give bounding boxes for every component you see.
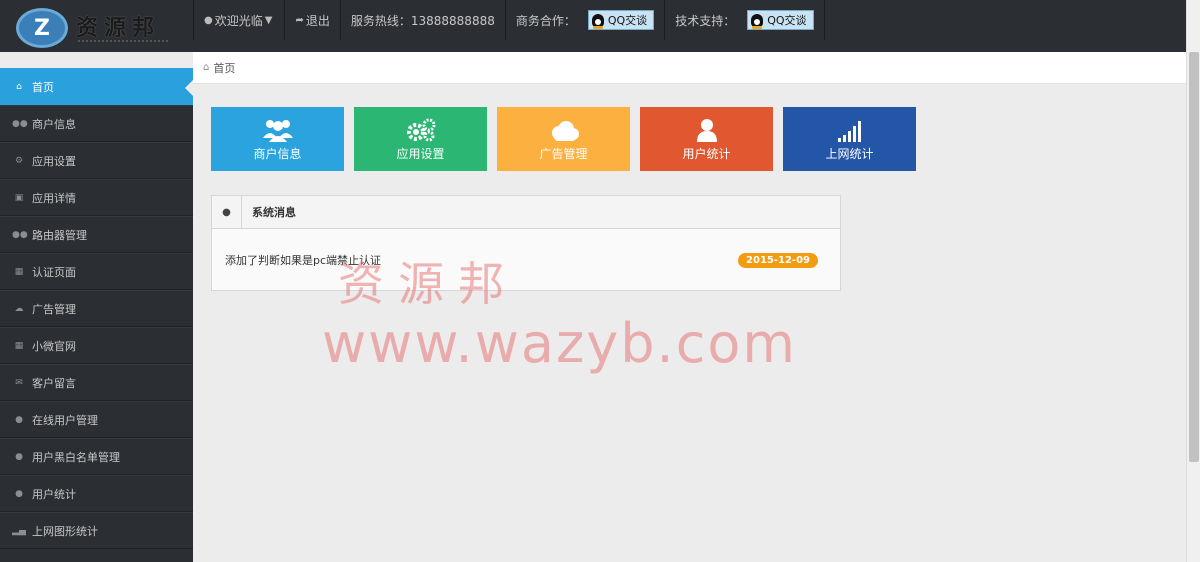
shortcut-tiles: 商户信息 应用设置 广告管理 用户统计 上网统计 (211, 107, 926, 171)
envelope-icon: ✉ (15, 377, 23, 388)
gears-icon: ⚙ (14, 155, 24, 166)
tile-label: 用户统计 (682, 147, 731, 161)
logout-link[interactable]: ➦ 退出 (284, 0, 339, 40)
sidebar-item-router-management[interactable]: ●● 路由器管理 (0, 216, 193, 253)
business-qq-button[interactable]: QQ交谈 (587, 10, 655, 30)
tech-qq-button[interactable]: QQ交谈 (747, 10, 814, 30)
tile-app-settings[interactable]: 应用设置 (354, 107, 487, 171)
sidebar-item-label: 应用详情 (32, 191, 76, 205)
sidebar-item-label: 广告管理 (32, 302, 76, 316)
sidebar-item-label: 商户信息 (32, 117, 76, 131)
tile-user-stats[interactable]: 用户统计 (640, 107, 773, 171)
sidebar: ⌂ 首页 ●● 商户信息 ⚙ 应用设置 ▣ 应用详情 ●● 路由器管理 ▦ 认证… (0, 68, 193, 562)
tile-label: 广告管理 (539, 147, 588, 161)
qq-label: QQ交谈 (767, 14, 807, 27)
date-badge: 2015-12-09 (738, 252, 818, 268)
panel-header: ● 系统消息 (212, 195, 840, 229)
sidebar-item-label: 客户留言 (32, 376, 76, 390)
grid-icon: ▦ (14, 340, 24, 351)
watermark-text: 资源邦 (338, 257, 518, 311)
sidebar-item-label: 用户黑白名单管理 (32, 450, 120, 464)
sidebar-item-micro-site[interactable]: ▦ 小微官网 (0, 327, 193, 364)
sidebar-item-label: 应用设置 (32, 154, 76, 168)
user-icon: ● (15, 488, 23, 499)
signal-icon: ▂▄ (12, 525, 26, 536)
logo-text: 资源邦 (76, 15, 161, 41)
sidebar-item-label: 在线用户管理 (32, 413, 98, 427)
sidebar-item-label: 用户统计 (32, 487, 76, 501)
panel-title: 系统消息 (252, 206, 296, 219)
logout-label: 退出 (305, 13, 330, 28)
tile-label: 应用设置 (396, 147, 445, 161)
share-icon: ➦ (295, 14, 304, 26)
sidebar-item-app-settings[interactable]: ⚙ 应用设置 (0, 142, 193, 179)
list-item[interactable]: 添加了判断如果是pc端禁止认证 2015-12-09 (212, 229, 840, 291)
user-icon (695, 116, 719, 142)
business-label: 商务合作： (515, 13, 576, 28)
welcome-dropdown[interactable]: ● 欢迎光临 ▼ (193, 0, 284, 40)
user-icon: ● (15, 414, 23, 425)
logo-tagline-decoration (78, 40, 168, 43)
caret-down-icon: ▼ (264, 14, 273, 26)
watermark-url: www.wazyb.com (322, 312, 798, 375)
qq-penguin-icon (591, 13, 604, 29)
cloud-icon: ☁ (14, 303, 24, 314)
sidebar-item-user-stats[interactable]: ● 用户统计 (0, 475, 193, 512)
vertical-scrollbar[interactable] (1186, 0, 1200, 562)
tile-traffic-stats[interactable]: 上网统计 (783, 107, 916, 171)
sidebar-item-label: 首页 (32, 80, 54, 94)
sidebar-item-label: 认证页面 (32, 265, 76, 279)
gears-icon (406, 116, 436, 142)
business-cooperation: 商务合作： QQ交谈 (504, 0, 664, 40)
signal-icon (837, 116, 863, 142)
tech-label: 技术支持： (675, 13, 736, 28)
cloud-icon (548, 116, 580, 142)
user-icon: ● (15, 451, 23, 462)
sidebar-item-home[interactable]: ⌂ 首页 (0, 68, 193, 105)
logo-badge: Z (16, 8, 68, 48)
breadcrumb-home-link[interactable]: 首页 (213, 60, 235, 76)
sidebar-item-label: 路由器管理 (32, 228, 87, 242)
welcome-label: 欢迎光临 (214, 13, 263, 28)
tile-merchant-info[interactable]: 商户信息 (211, 107, 344, 171)
sidebar-item-online-users[interactable]: ● 在线用户管理 (0, 401, 193, 438)
users-icon: ●● (12, 229, 28, 240)
top-navbar: ● 欢迎光临 ▼ ➦ 退出 服务热线：13888888888 商务合作： QQ交… (193, 0, 825, 40)
sidebar-item-ad-management[interactable]: ☁ 广告管理 (0, 290, 193, 327)
system-message-panel: ● 系统消息 添加了判断如果是pc端禁止认证 2015-12-09 (211, 195, 841, 291)
top-header: Z 资源邦 ● 欢迎光临 ▼ ➦ 退出 服务热线：13888888888 商务合… (0, 0, 1186, 52)
scrollbar-thumb[interactable] (1189, 52, 1199, 462)
hotline-label: 服务热线：13888888888 (350, 13, 495, 28)
user-icon: ● (204, 14, 213, 26)
tile-ad-management[interactable]: 广告管理 (497, 107, 630, 171)
home-icon: ⌂ (203, 62, 210, 73)
sidebar-item-label: 上网图形统计 (32, 524, 98, 538)
check-square-icon: ▣ (14, 192, 24, 203)
logo[interactable]: Z 资源邦 (0, 0, 193, 52)
tech-support: 技术支持： QQ交谈 (664, 0, 825, 40)
users-icon: ●● (12, 118, 28, 129)
qq-label: QQ交谈 (607, 14, 648, 27)
sidebar-item-traffic-charts[interactable]: ▂▄ 上网图形统计 (0, 512, 193, 549)
tile-label: 商户信息 (253, 147, 302, 161)
sidebar-item-auth-page[interactable]: ▦ 认证页面 (0, 253, 193, 290)
breadcrumb: ⌂ 首页 (193, 52, 1186, 84)
tile-label: 上网统计 (825, 147, 874, 161)
qq-penguin-icon (751, 13, 764, 29)
sidebar-item-blacklist[interactable]: ● 用户黑白名单管理 (0, 438, 193, 475)
sidebar-item-customer-messages[interactable]: ✉ 客户留言 (0, 364, 193, 401)
grid-icon: ▦ (14, 266, 24, 277)
sidebar-item-merchant-info[interactable]: ●● 商户信息 (0, 105, 193, 142)
home-icon: ⌂ (16, 81, 22, 92)
users-icon (262, 116, 294, 142)
sidebar-item-app-details[interactable]: ▣ 应用详情 (0, 179, 193, 216)
sidebar-item-label: 小微官网 (32, 339, 76, 353)
service-hotline: 服务热线：13888888888 (339, 0, 505, 40)
comment-icon: ● (212, 195, 242, 229)
